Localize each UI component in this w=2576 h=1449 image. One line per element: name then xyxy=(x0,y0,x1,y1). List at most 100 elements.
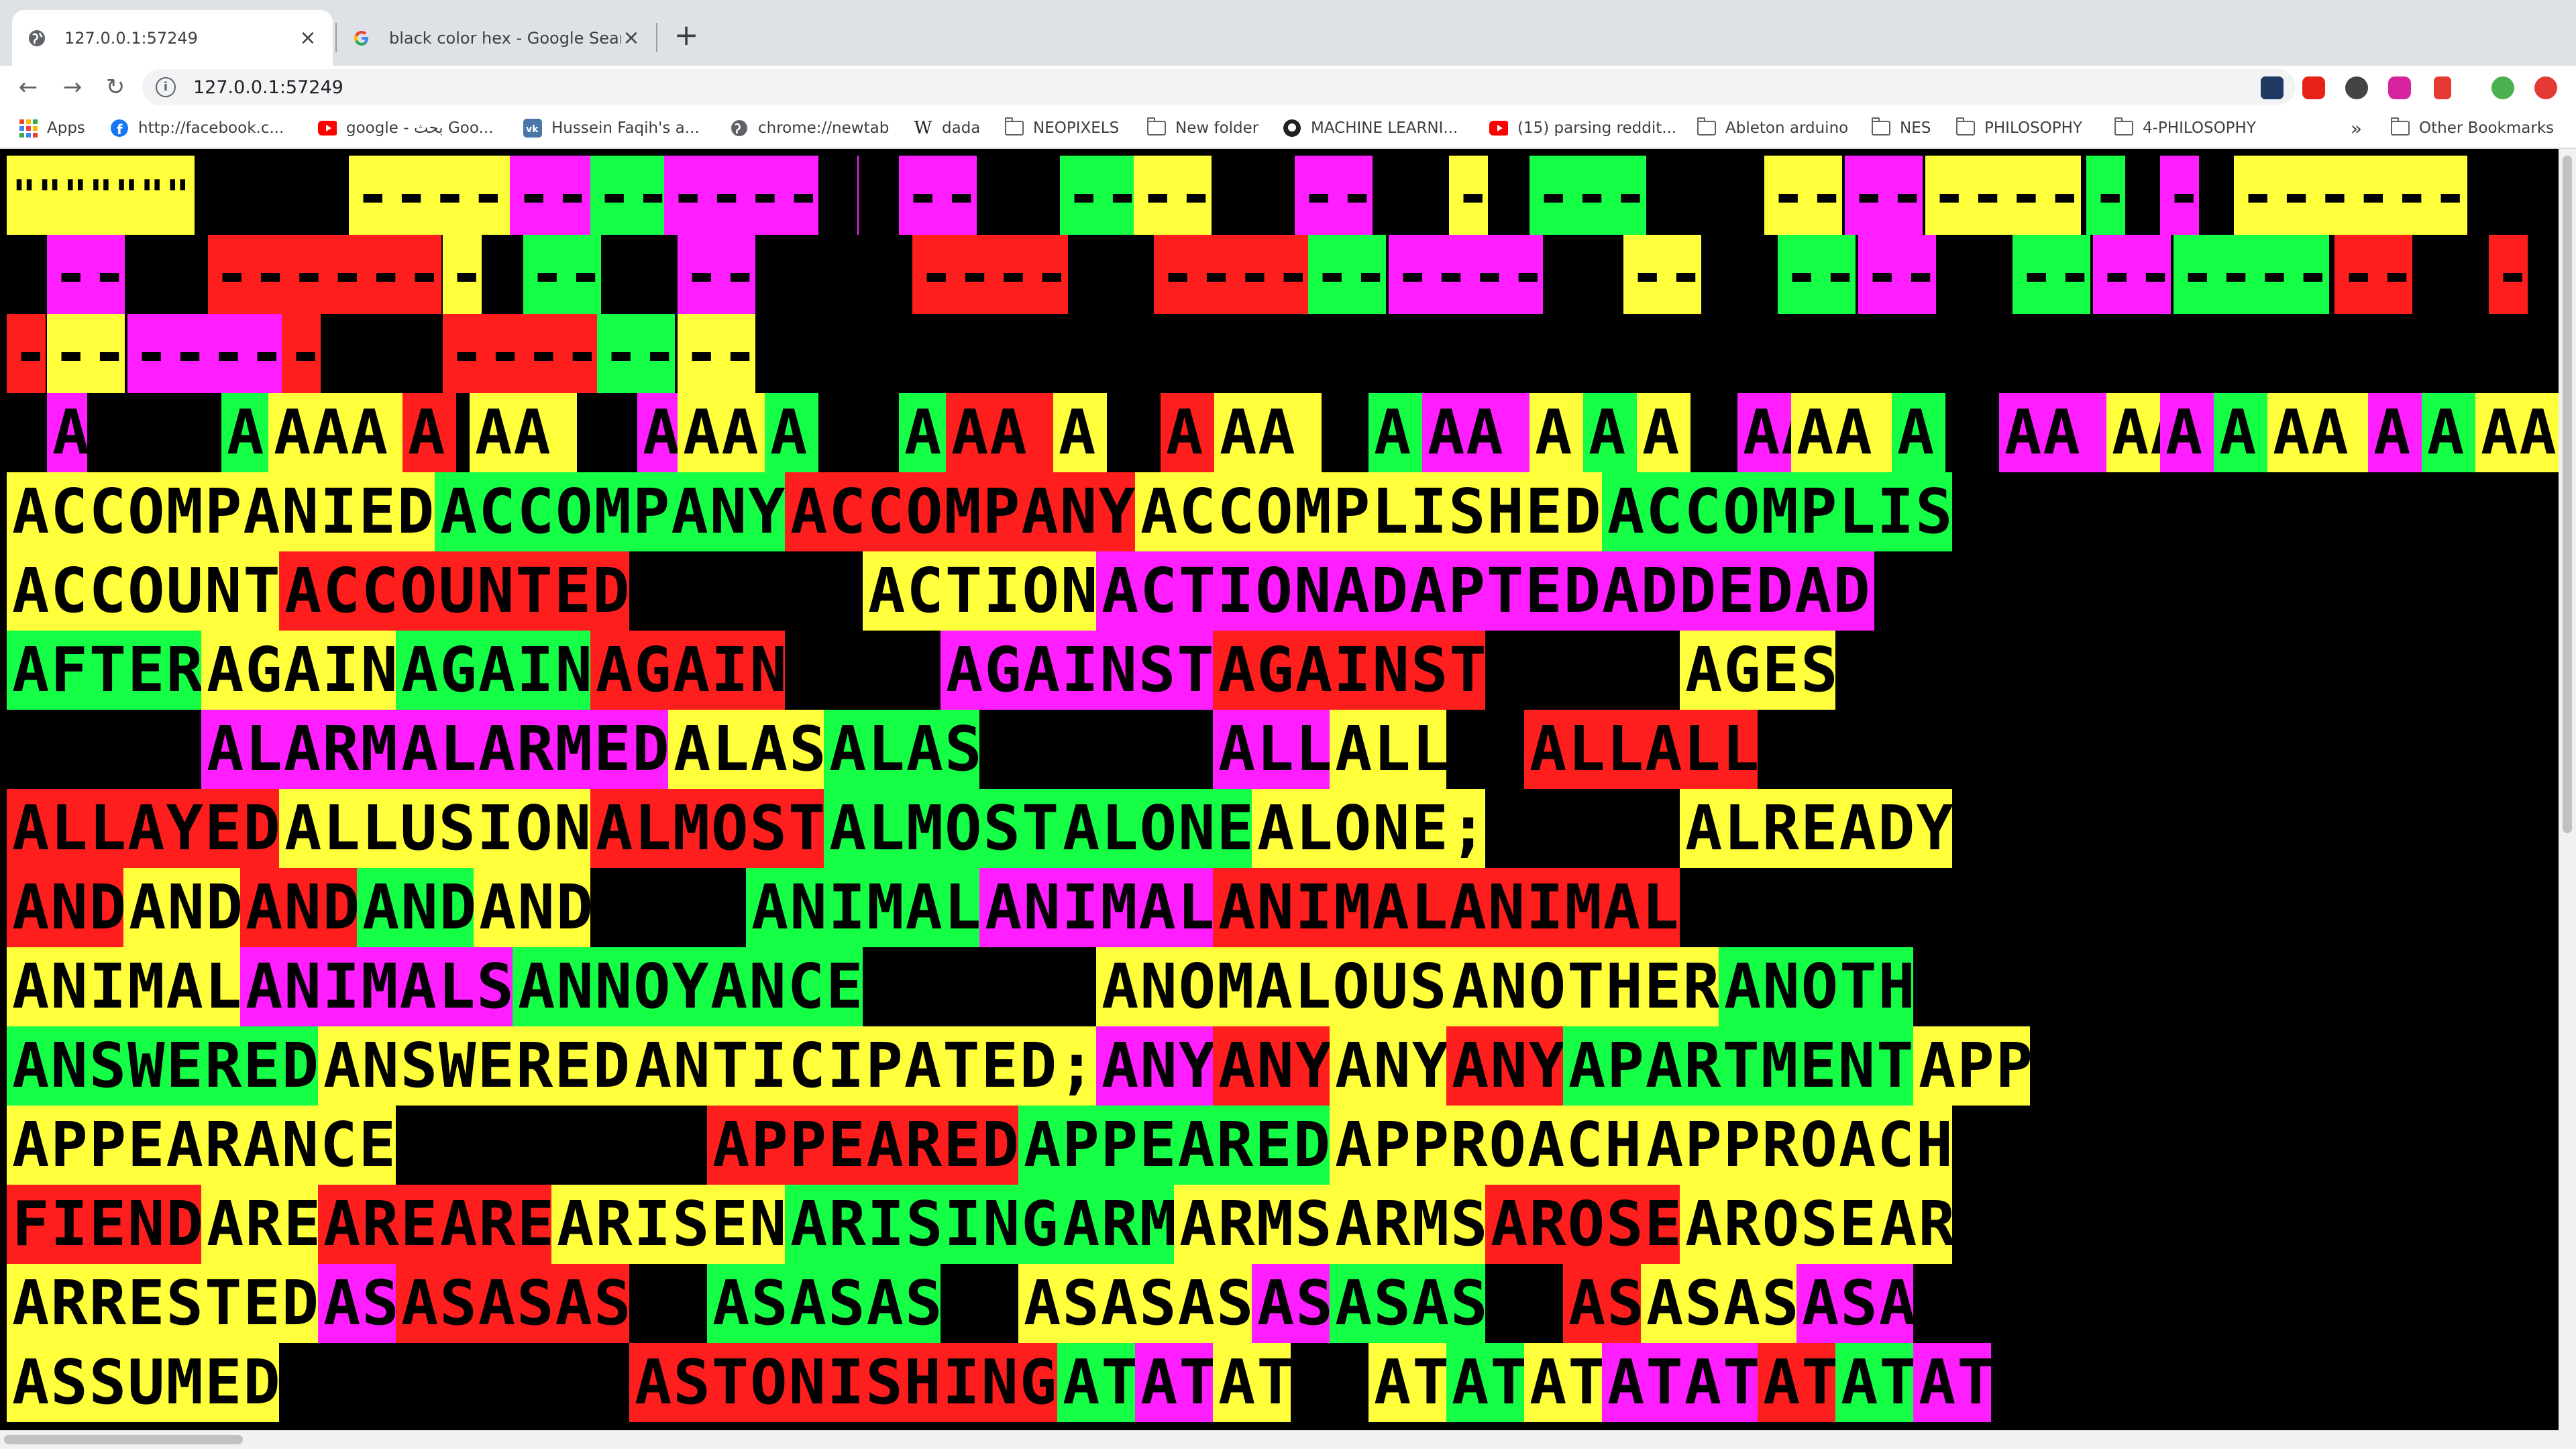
letter-block: AA xyxy=(1999,393,2106,472)
letter-block: A xyxy=(402,393,456,472)
word-block: AS xyxy=(318,1264,396,1343)
dash-block xyxy=(818,156,857,235)
tab-title: 127.0.0.1:57249 xyxy=(64,28,198,48)
address-bar[interactable]: i 127.0.0.1:57249 ☆ xyxy=(142,69,2296,105)
word-block: AGAIN xyxy=(201,631,396,710)
dash-block: ---- xyxy=(590,156,668,235)
dash-block xyxy=(1543,235,1582,314)
word-block xyxy=(785,631,941,710)
folder-icon xyxy=(1955,117,1975,138)
word-block: AR xyxy=(1874,1185,1952,1264)
bookmarks-overflow-button[interactable]: » xyxy=(2351,109,2362,148)
dash-block: -- xyxy=(2160,156,2199,235)
bookmark-newtab[interactable]: chrome://newtab xyxy=(730,109,889,148)
youtube-extension-icon[interactable] xyxy=(2302,76,2325,99)
word-block xyxy=(590,868,746,947)
bookmark-parsing-reddit[interactable]: (15) parsing reddit... xyxy=(1489,109,1676,148)
bookmark-label: dada xyxy=(942,119,981,137)
bookmark-google-search[interactable]: google - بحث Goo... xyxy=(318,109,493,148)
word-block: ARE xyxy=(201,1185,318,1264)
dash-block xyxy=(1214,156,1292,235)
bookmark-folder-ableton[interactable]: Ableton arduino xyxy=(1697,109,1848,148)
dash-block xyxy=(127,235,166,314)
bookmark-other-bookmarks[interactable]: Other Bookmarks xyxy=(2390,109,2554,148)
word-block: ACCOMPLIS xyxy=(1602,472,1952,551)
bookmark-dada[interactable]: W dada xyxy=(914,109,981,148)
tab-google-search[interactable]: black color hex - Google Search × xyxy=(337,10,656,66)
word-block: ANIMAL xyxy=(979,868,1213,947)
word-block: AS xyxy=(1563,1264,1641,1343)
forward-icon[interactable]: → xyxy=(55,70,90,105)
word-block: AS xyxy=(1252,1264,1330,1343)
dash-block: ---- xyxy=(1060,156,1138,235)
bookmark-folder-nes[interactable]: NES xyxy=(1871,109,1931,148)
letter-block: AA xyxy=(2475,393,2559,472)
reload-icon[interactable]: ↻ xyxy=(98,70,133,105)
bookmark-folder-4-philosophy[interactable]: 4-PHILOSOPHY xyxy=(2114,109,2256,148)
word-block: ARE xyxy=(318,1185,435,1264)
dash-block: ---- xyxy=(1308,235,1386,314)
bookmark-label: 4-PHILOSOPHY xyxy=(2143,119,2256,137)
chart-extension-icon[interactable] xyxy=(2261,76,2284,99)
letter-block: A xyxy=(1637,393,1690,472)
word-block: AT xyxy=(1135,1343,1213,1422)
bookmark-facebook[interactable]: f http://facebook.c... xyxy=(110,109,284,148)
tab-localhost[interactable]: 127.0.0.1:57249 × xyxy=(12,10,333,66)
phone-extension-icon[interactable] xyxy=(2434,76,2451,99)
word-block: ALARM xyxy=(201,710,396,789)
word-block: AND xyxy=(123,868,240,947)
bookmark-label: MACHINE LEARNI... xyxy=(1311,119,1458,137)
word-block: ALONE; xyxy=(1252,789,1485,868)
bookmark-label: Apps xyxy=(47,119,85,137)
word-block: ANIMAL xyxy=(7,947,240,1026)
toolbar: ← → ↻ i 127.0.0.1:57249 ☆ xyxy=(0,66,2576,109)
url-text: 127.0.0.1:57249 xyxy=(193,76,343,98)
github-extension-icon[interactable] xyxy=(2345,76,2368,99)
word-block: ASAS xyxy=(1330,1264,1485,1343)
dash-block: -- xyxy=(7,314,46,393)
dash-block: ---- xyxy=(1134,156,1212,235)
scrollbar-thumb[interactable] xyxy=(2563,156,2572,833)
dash-block xyxy=(362,314,440,393)
new-tab-button[interactable]: + xyxy=(667,17,705,55)
word-block: ASAS xyxy=(1641,1264,1796,1343)
dash-block: ---- xyxy=(2334,235,2412,314)
word-block: ALMOST xyxy=(590,789,824,868)
word-block: APPROACH xyxy=(1330,1106,1641,1185)
bookmark-label: Ableton arduino xyxy=(1725,119,1849,137)
bookmark-folder-neopixels[interactable]: NEOPIXELS xyxy=(1004,109,1120,148)
instagram-extension-icon[interactable] xyxy=(2388,76,2411,99)
letter-block: AA xyxy=(1214,393,1322,472)
horizontal-scrollbar[interactable] xyxy=(0,1430,2576,1449)
word-block: AND xyxy=(474,868,590,947)
bookmark-folder-philosophy[interactable]: PHILOSOPHY xyxy=(1955,109,2082,148)
close-icon[interactable]: × xyxy=(621,28,641,48)
bookmark-label: NES xyxy=(1900,119,1931,137)
word-block: ARM xyxy=(1057,1185,1174,1264)
profile-avatar[interactable] xyxy=(2491,76,2514,99)
word-block xyxy=(7,710,201,789)
info-icon[interactable]: i xyxy=(156,77,176,97)
letter-block: AA xyxy=(1791,393,1898,472)
letter-block: A xyxy=(1161,393,1214,472)
dash-block: ---- xyxy=(1764,156,1842,235)
word-block xyxy=(863,947,1096,1026)
bookmark-apps[interactable]: Apps xyxy=(19,109,85,148)
word-block: ASASAS xyxy=(1018,1264,1252,1343)
word-block: AGAIN xyxy=(590,631,785,710)
dash-block: -------- xyxy=(1389,235,1544,314)
bookmark-hussein[interactable]: vk Hussein Faqih's a... xyxy=(523,109,700,148)
word-block: ANTICIPATED; xyxy=(629,1026,1096,1106)
vertical-scrollbar[interactable] xyxy=(2559,149,2576,1430)
close-icon[interactable]: × xyxy=(298,28,318,48)
update-icon[interactable] xyxy=(2534,76,2557,99)
google-icon xyxy=(352,28,372,48)
back-icon[interactable]: ← xyxy=(11,70,46,105)
word-block xyxy=(1485,789,1680,868)
scrollbar-thumb[interactable] xyxy=(4,1435,243,1444)
bookmark-folder-new[interactable]: New folder xyxy=(1146,109,1258,148)
word-block: AROSE xyxy=(1680,1185,1874,1264)
bookmark-label: NEOPIXELS xyxy=(1033,119,1120,137)
bookmark-machine-learning[interactable]: MACHINE LEARNI... xyxy=(1283,109,1458,148)
word-block: ACCOMPANY xyxy=(435,472,785,551)
